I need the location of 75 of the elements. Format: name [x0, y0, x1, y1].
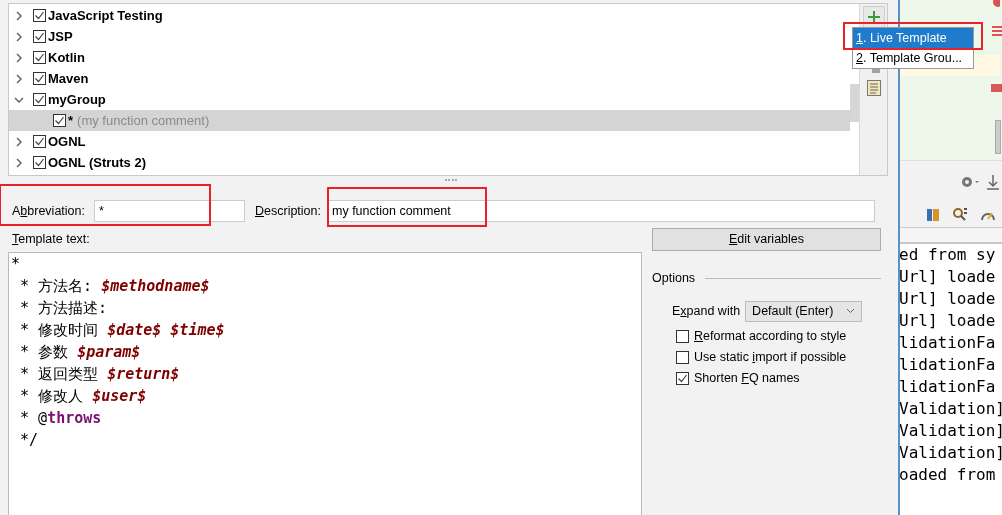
scrollbar-thumb[interactable] [995, 120, 1001, 154]
chevron-right-icon[interactable] [13, 9, 25, 22]
scrollbar-thumb[interactable] [850, 84, 859, 122]
expand-with-dropdown[interactable]: Default (Enter) [745, 300, 863, 322]
code-line: * 方法名: $methodname$ [19, 275, 211, 297]
checkbox-label: Shorten FQ names [694, 369, 800, 387]
abbreviation-field[interactable]: * [94, 200, 245, 222]
code-line: * @throws [19, 407, 103, 429]
template-abbreviation: * [68, 111, 74, 130]
section-title: Options [652, 269, 696, 287]
plus-icon [866, 10, 881, 24]
checkbox[interactable] [53, 114, 66, 127]
edit-variables-button[interactable]: Edit variables [652, 227, 881, 251]
group-label: OGNL (Struts 2) [48, 153, 146, 172]
checkbox[interactable] [33, 93, 46, 106]
field-label: Abbreviation: [12, 202, 85, 220]
code-line: * 方法描述: [19, 297, 109, 319]
console-line: lidationFa [900, 354, 997, 376]
chevron-right-icon[interactable] [13, 51, 25, 64]
filter-icon[interactable] [926, 206, 940, 223]
menu-item[interactable]: 1. Live Template [853, 28, 973, 48]
template-editor[interactable]: * * 方法名: $methodname$ * 方法描述: * 修改时间 $date$ $time$ * 参数 $param$ * 返回类型 $return$ * 修改人 $user$ * @throws */ [8, 251, 642, 515]
error-marker [992, 26, 1002, 38]
download-icon[interactable] [986, 173, 1000, 190]
group-label: myGroup [48, 90, 106, 109]
chevron-right-icon[interactable] [13, 30, 25, 43]
console-line: Url] loade [900, 288, 997, 310]
checkbox[interactable] [33, 51, 46, 64]
checkbox-label: Reformat according to style [694, 327, 847, 345]
console-line: ed from sy [900, 244, 997, 266]
code-line: * 修改人 $user$ [19, 385, 148, 407]
description-field[interactable]: my function comment [327, 200, 875, 222]
console-line: Validation] [900, 398, 1002, 420]
code-line: * [11, 253, 22, 275]
field-label: Template text: [12, 231, 91, 248]
find-icon[interactable] [952, 206, 968, 223]
group-label: JSP [48, 27, 73, 46]
checkbox[interactable] [676, 329, 689, 343]
checkbox[interactable] [676, 350, 689, 364]
console-line: Url] loade [900, 266, 997, 288]
checkbox[interactable] [33, 135, 46, 148]
menu-item[interactable]: 2. Template Grou... [853, 48, 973, 68]
caret-icon [846, 308, 856, 315]
console-line: lidationFa [900, 376, 997, 398]
console-line: Url] loade [900, 310, 997, 332]
chevron-right-icon[interactable] [13, 72, 25, 85]
chevron-right-icon[interactable] [13, 135, 25, 148]
console-line: Validation] [900, 442, 1002, 464]
group-label: JavaScript Testing [48, 6, 163, 25]
field-label: Description: [255, 202, 321, 220]
group-label: Maven [48, 69, 89, 88]
note-icon[interactable] [866, 80, 881, 96]
console-line: oaded from [900, 464, 997, 486]
checkbox[interactable] [33, 9, 46, 22]
chevron-right-icon[interactable] [13, 156, 25, 169]
code-line: * 返回类型 $return$ [19, 363, 181, 385]
add-button[interactable] [862, 6, 885, 28]
console-line: lidationFa [900, 332, 997, 354]
group-label: OGNL [48, 132, 86, 151]
gear-icon[interactable] [960, 174, 980, 189]
template-description: (my function comment) [77, 111, 210, 130]
group-label: Kotlin [48, 48, 85, 67]
code-line: * 参数 $param$ [19, 341, 142, 363]
checkbox[interactable] [33, 30, 46, 43]
checkbox[interactable] [33, 156, 46, 169]
error-icon [992, 0, 1000, 8]
checkbox[interactable] [676, 371, 689, 385]
code-line: */ [19, 429, 40, 451]
checkbox-label: Use static import if possible [694, 348, 847, 366]
field-label: Expand with [672, 302, 741, 320]
code-line: * 修改时间 $date$ $time$ [19, 319, 226, 341]
console-line: Validation] [900, 420, 1002, 442]
checkbox[interactable] [33, 72, 46, 85]
error-marker [991, 84, 1002, 92]
template-row[interactable]: * (my function comment) [9, 110, 850, 131]
